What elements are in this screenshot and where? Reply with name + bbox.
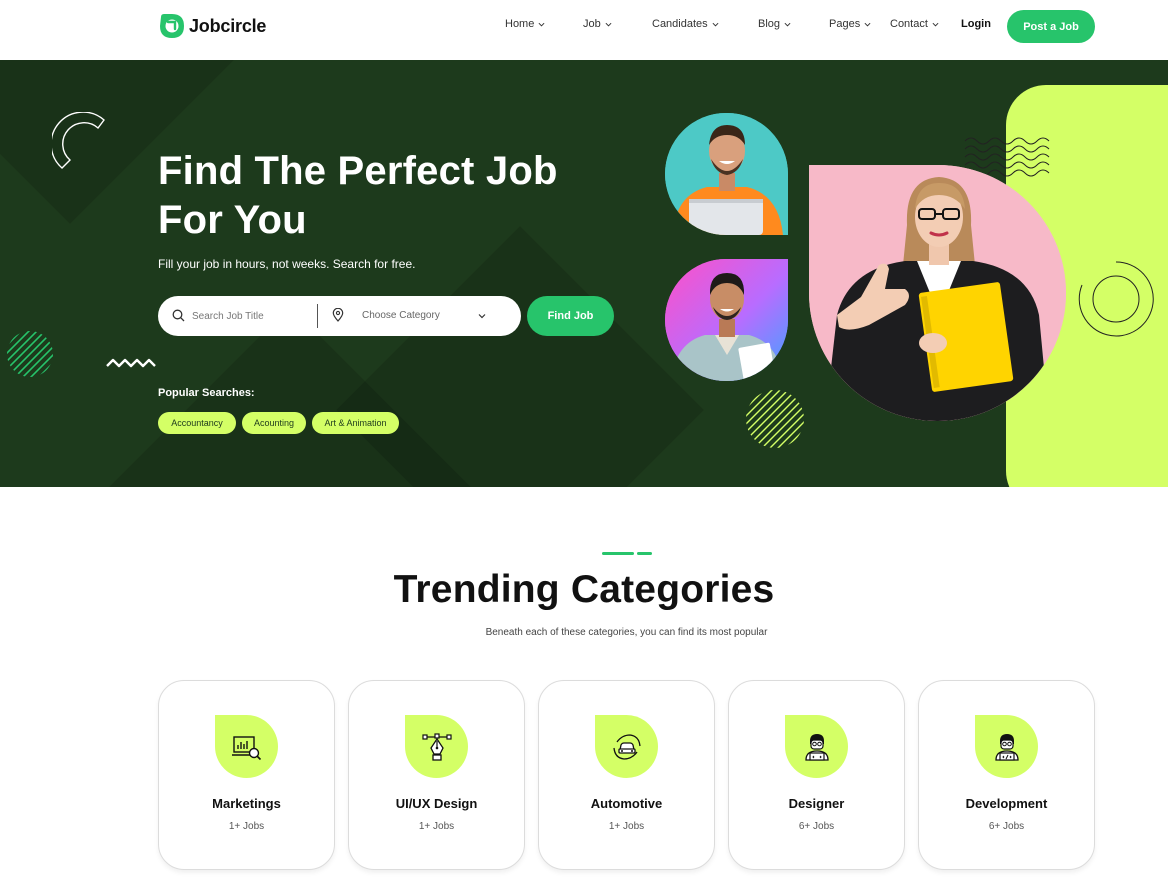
chevron-down-icon xyxy=(538,22,545,26)
chevron-down-icon xyxy=(784,22,791,26)
category-select[interactable]: Choose Category xyxy=(362,310,440,321)
login-link[interactable]: Login xyxy=(961,18,991,30)
search-icon xyxy=(172,309,185,322)
nav-item-pages[interactable]: Pages xyxy=(829,18,871,30)
category-name: Development xyxy=(965,796,1048,811)
hero-subtitle: Fill your job in hours, not weeks. Searc… xyxy=(158,257,416,271)
featured-photo xyxy=(809,165,1066,421)
job-search-bar: Choose Category xyxy=(158,296,521,336)
nav-item-candidates[interactable]: Candidates xyxy=(652,18,719,30)
ring-decoration-icon xyxy=(1078,261,1154,337)
man-with-book-icon xyxy=(665,259,788,381)
chevron-down-icon xyxy=(605,22,612,26)
category-name: UI/UX Design xyxy=(395,796,478,811)
striped-circle-icon xyxy=(746,390,804,448)
category-count: 1+ Jobs xyxy=(228,821,265,832)
category-icon-wrap xyxy=(975,715,1038,778)
location-pin-icon xyxy=(332,308,344,322)
brand-name: Jobcircle xyxy=(189,15,267,36)
category-card-development[interactable]: Development 6+ Jobs xyxy=(918,680,1095,870)
category-name: Designer xyxy=(788,796,845,811)
pen-tool-icon xyxy=(421,732,452,761)
category-card-marketings[interactable]: Marketings 1+ Jobs xyxy=(158,680,335,870)
section-subtitle: Beneath each of these categories, you ca… xyxy=(485,627,768,638)
category-name: Automotive xyxy=(590,796,663,811)
nav-item-job[interactable]: Job xyxy=(583,18,612,30)
chevron-down-icon xyxy=(932,22,939,26)
category-count: 6+ Jobs xyxy=(988,821,1025,832)
woman-with-folder-icon xyxy=(809,165,1066,421)
nav-item-label: Blog xyxy=(758,18,781,30)
category-count: 6+ Jobs xyxy=(798,821,835,832)
category-name: Marketings xyxy=(212,796,281,811)
nav-item-label: Home xyxy=(505,18,535,30)
section-accent-bar xyxy=(637,552,652,555)
man-with-laptop-icon xyxy=(665,113,788,235)
nav-item-contact[interactable]: Contact xyxy=(890,18,939,30)
developer-person-icon xyxy=(994,733,1019,761)
nav-item-label: Contact xyxy=(890,18,928,30)
designer-person-icon xyxy=(804,733,829,761)
logo-icon xyxy=(160,14,184,38)
chevron-down-icon[interactable] xyxy=(478,312,486,320)
popular-tag[interactable]: Acounting xyxy=(242,412,306,434)
category-card-automotive[interactable]: Automotive 1+ Jobs xyxy=(538,680,715,870)
search-divider xyxy=(317,304,318,328)
section-accent-bar xyxy=(602,552,634,555)
popular-tag[interactable]: Art & Animation xyxy=(312,412,399,434)
post-job-button[interactable]: Post a Job xyxy=(1007,10,1095,43)
job-title-input[interactable] xyxy=(192,304,312,328)
marketing-chart-icon xyxy=(231,735,261,760)
car-icon xyxy=(612,733,641,760)
candidate-photo-1 xyxy=(665,113,788,235)
category-icon-wrap xyxy=(215,715,278,778)
popular-searches-label: Popular Searches: xyxy=(158,387,255,399)
section-title: Trending Categories xyxy=(393,568,775,611)
find-job-button[interactable]: Find Job xyxy=(527,296,614,336)
nav-item-label: Job xyxy=(583,18,601,30)
hero-title: Find The Perfect Job For You xyxy=(158,147,628,245)
category-card-designer[interactable]: Designer 6+ Jobs xyxy=(728,680,905,870)
brand-logo[interactable]: Jobcircle xyxy=(158,12,266,40)
hero-title-line1: Find The Perfect Job xyxy=(158,149,558,193)
site-header: Jobcircle Home Job Candidates Blog Pages… xyxy=(0,0,1168,60)
category-count: 1+ Jobs xyxy=(418,821,455,832)
category-card-ui-ux-design[interactable]: UI/UX Design 1+ Jobs xyxy=(348,680,525,870)
hero-section: Find The Perfect Job For You Fill your j… xyxy=(0,60,1168,487)
category-icon-wrap xyxy=(405,715,468,778)
hero-title-line2: For You xyxy=(158,198,307,242)
category-icon-wrap xyxy=(595,715,658,778)
chevron-down-icon xyxy=(712,22,719,26)
candidate-photo-2 xyxy=(665,259,788,381)
striped-circle-icon xyxy=(7,331,53,377)
nav-item-blog[interactable]: Blog xyxy=(758,18,791,30)
nav-item-label: Candidates xyxy=(652,18,708,30)
zigzag-icon xyxy=(106,358,156,368)
category-count: 1+ Jobs xyxy=(608,821,645,832)
popular-tag[interactable]: Accountancy xyxy=(158,412,236,434)
arc-decoration-icon xyxy=(52,112,105,169)
nav-item-home[interactable]: Home xyxy=(505,18,545,30)
nav-item-label: Pages xyxy=(829,18,861,30)
chevron-down-icon xyxy=(864,22,871,26)
category-icon-wrap xyxy=(785,715,848,778)
